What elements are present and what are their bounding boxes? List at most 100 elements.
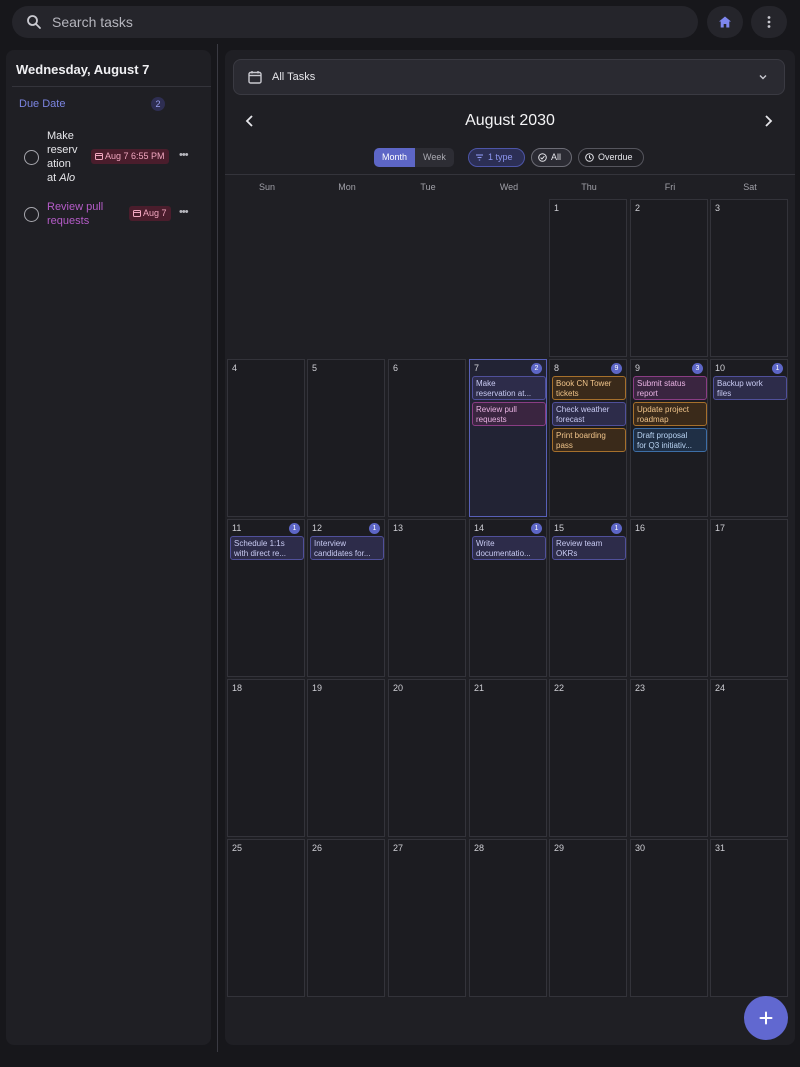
calendar-day-cell[interactable]: 22 <box>549 679 627 837</box>
calendar-event[interactable]: Make reservation at... <box>472 376 546 400</box>
calendar-day-cell[interactable]: 30 <box>630 839 708 997</box>
calendar-day-cell[interactable]: 5 <box>307 359 385 517</box>
task-count-badge: 3 <box>692 363 703 374</box>
day-number: 8 <box>554 363 560 373</box>
calendar-event[interactable]: Print boarding pass <box>552 428 626 452</box>
search-bar[interactable]: Search tasks <box>12 6 698 38</box>
calendar-event[interactable]: Backup work files <box>713 376 787 400</box>
calendar-panel: All Tasks August 2030 Month Week 1 type … <box>225 50 795 1045</box>
calendar-day-cell[interactable]: 31 <box>710 839 788 997</box>
task-name[interactable]: Review pull requests <box>47 200 103 228</box>
due-date-section-header[interactable]: Due Date <box>19 98 65 110</box>
calendar-day-cell[interactable]: 19 <box>307 679 385 837</box>
task-name[interactable]: Make reserv ation at Alo <box>47 129 78 185</box>
search-icon <box>27 15 41 29</box>
calendar-day-cell[interactable]: 13 <box>388 519 466 677</box>
day-number: 5 <box>312 363 318 373</box>
add-task-button[interactable] <box>744 996 788 1040</box>
calendar-day-cell[interactable]: 23 <box>630 679 708 837</box>
calendar-event[interactable]: Book CN Tower tickets <box>552 376 626 400</box>
calendar-day-cell[interactable]: 20 <box>388 679 466 837</box>
day-number: 19 <box>312 683 323 693</box>
calendar-day-cell[interactable]: 6 <box>388 359 466 517</box>
calendar-day-cell[interactable]: 12 1 Interview candidates for... <box>307 519 385 677</box>
search-input[interactable]: Search tasks <box>52 14 133 30</box>
calendar-day-cell[interactable]: 2 <box>630 199 708 357</box>
calendar-day-cell[interactable]: 17 <box>710 519 788 677</box>
calendar-day-cell[interactable]: 24 <box>710 679 788 837</box>
calendar-day-cell[interactable]: 16 <box>630 519 708 677</box>
day-number: 25 <box>232 843 243 853</box>
day-number: 1 <box>554 203 560 213</box>
weekday-header: Tue <box>420 182 436 192</box>
month-view-button[interactable]: Month <box>374 148 416 167</box>
calendar-day-cell[interactable]: 3 <box>710 199 788 357</box>
task-item[interactable]: Make reserv ation at Alo Aug 7 6:55 PM •… <box>24 128 189 186</box>
task-list-selector[interactable]: All Tasks <box>233 59 785 95</box>
type-filter-chip[interactable]: 1 type <box>468 148 525 167</box>
calendar-event[interactable]: Schedule 1:1s with direct re... <box>230 536 304 560</box>
calendar-day-cell[interactable]: 4 <box>227 359 305 517</box>
calendar-day-cell[interactable]: 26 <box>307 839 385 997</box>
panel-divider[interactable] <box>217 44 218 1052</box>
day-number: 27 <box>393 843 404 853</box>
calendar-day-cell[interactable]: 27 <box>388 839 466 997</box>
weekday-header: Sat <box>743 182 757 192</box>
more-options-button[interactable] <box>751 6 787 38</box>
calendar-day-cell[interactable]: 29 <box>549 839 627 997</box>
due-date-chip: Aug 7 <box>129 206 171 221</box>
task-checkbox[interactable] <box>24 149 39 165</box>
task-checkbox[interactable] <box>24 206 39 222</box>
calendar-day-cell[interactable]: 28 <box>469 839 547 997</box>
day-number: 11 <box>232 523 242 533</box>
calendar-day-cell[interactable]: 8 9 Book CN Tower tickets Check weather forec… <box>549 359 627 517</box>
weekday-header: Mon <box>338 182 356 192</box>
calendar-event[interactable]: Update project roadmap <box>633 402 707 426</box>
home-button[interactable] <box>707 6 743 38</box>
task-more-icon[interactable]: ••• <box>179 149 189 161</box>
clock-icon <box>585 153 594 162</box>
day-number: 26 <box>312 843 323 853</box>
task-more-icon[interactable]: ••• <box>179 206 189 218</box>
chevron-right-icon[interactable] <box>761 114 775 128</box>
weekday-header: Fri <box>664 182 676 192</box>
weekday-header: Wed <box>499 182 519 192</box>
calendar-day-cell[interactable]: 21 <box>469 679 547 837</box>
calendar-event[interactable]: Review team OKRs <box>552 536 626 560</box>
day-number: 13 <box>393 523 404 533</box>
calendar-day-cell[interactable]: 18 <box>227 679 305 837</box>
weekday-header: Sun <box>258 182 275 192</box>
calendar-day-cell[interactable]: 11 1 Schedule 1:1s with direct re... <box>227 519 305 677</box>
calendar-event[interactable]: Check weather forecast <box>552 402 626 426</box>
calendar-day-cell[interactable]: 25 <box>227 839 305 997</box>
task-item[interactable]: Review pull requests Aug 7 ••• <box>24 200 189 228</box>
week-view-button[interactable]: Week <box>415 148 454 167</box>
calendar-day-cell[interactable]: 10 1 Backup work files <box>710 359 788 517</box>
task-count-badge: 1 <box>369 523 380 534</box>
calendar-day-cell[interactable]: 1 <box>549 199 627 357</box>
task-count-badge: 1 <box>611 523 622 534</box>
day-number: 29 <box>554 843 565 853</box>
calendar-day-cell <box>227 199 305 357</box>
calendar-day-cell[interactable]: 9 3 Submit status report Update project roadm… <box>630 359 708 517</box>
day-number: 10 <box>715 363 726 373</box>
all-filter-chip[interactable]: All <box>531 148 572 167</box>
calendar-event[interactable]: Draft proposal for Q3 initiativ... <box>633 428 707 452</box>
task-list-label: All Tasks <box>272 71 316 83</box>
view-toggle: Month Week <box>374 148 454 167</box>
calendar-event[interactable]: Write documentatio... <box>472 536 546 560</box>
calendar-day-cell[interactable]: 7 2 Make reservation at... Review pull reques… <box>469 359 547 517</box>
more-vertical-icon <box>767 16 771 28</box>
task-count-badge: 2 <box>531 363 542 374</box>
day-number: 6 <box>393 363 399 373</box>
calendar-event[interactable]: Interview candidates for... <box>310 536 384 560</box>
calendar-day-cell[interactable]: 15 1 Review team OKRs <box>549 519 627 677</box>
calendar-day-cell[interactable]: 14 1 Write documentatio... <box>469 519 547 677</box>
due-date-chip: Aug 7 6:55 PM <box>91 149 169 164</box>
calendar-icon <box>248 71 262 84</box>
day-number: 22 <box>554 683 565 693</box>
month-title: August 2030 <box>465 112 555 129</box>
calendar-event[interactable]: Review pull requests <box>472 402 546 426</box>
overdue-filter-chip[interactable]: Overdue <box>578 148 644 167</box>
calendar-event[interactable]: Submit status report <box>633 376 707 400</box>
